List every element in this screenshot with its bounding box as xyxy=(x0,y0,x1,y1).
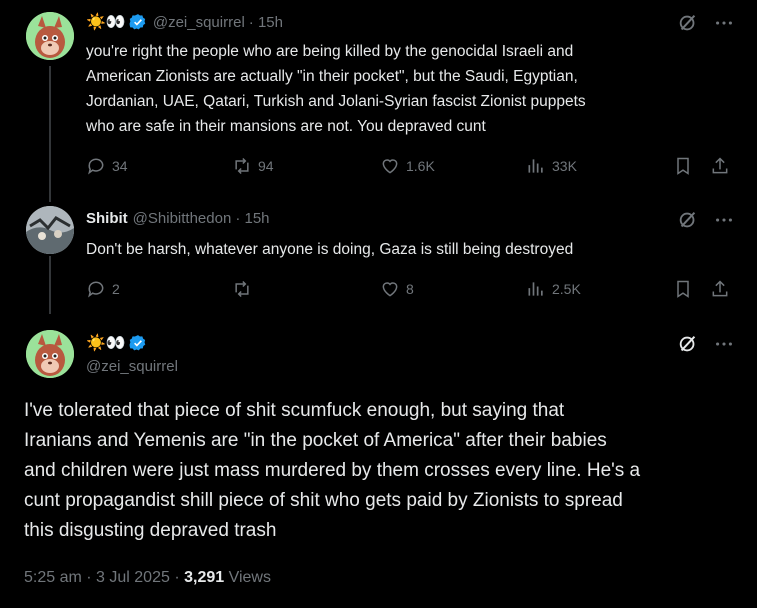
verified-badge-icon[interactable] xyxy=(129,13,147,31)
tweet-text-line: Jordanian, UAE, Qatari, Turkish and Jola… xyxy=(86,93,586,110)
tweet-top-icons xyxy=(677,12,735,34)
display-name-emoji[interactable]: ☀️👀 xyxy=(86,12,126,32)
main-tweet-header: ☀️👀 xyxy=(86,333,147,353)
tweet-text-line: you're right the people who are being ki… xyxy=(86,43,574,60)
repost-count: 94 xyxy=(258,158,274,174)
tweet-text-line: American Zionists are actually "in their… xyxy=(86,68,578,85)
avatar[interactable] xyxy=(26,330,74,378)
squirrel-avatar-icon xyxy=(26,330,74,378)
share-icon xyxy=(712,280,728,297)
more-options-icon[interactable] xyxy=(713,333,735,355)
bookmark-icon xyxy=(677,157,689,175)
view-count: 3,291 xyxy=(184,569,225,586)
reply-count: 2 xyxy=(112,281,120,297)
main-tweet-text-line: and children were just mass murdered by … xyxy=(24,460,641,481)
shibit-avatar-icon xyxy=(26,206,74,254)
handle[interactable]: @Shibitthedon xyxy=(133,210,232,227)
reply-button[interactable]: 2 xyxy=(86,279,120,299)
main-tweet-text-line: Iranians and Yemenis are "in the pocket … xyxy=(24,430,607,451)
tweet-top-icons xyxy=(677,333,735,355)
like-count: 1.6K xyxy=(406,158,435,174)
views-button[interactable]: 33K xyxy=(526,156,577,176)
repost-button[interactable] xyxy=(232,279,258,299)
tweet-header: Shibit @Shibitthedon · 15h xyxy=(86,210,270,227)
tweet-header: ☀️👀 @zei_squirrel · 15h xyxy=(86,12,283,32)
main-tweet-text: I've tolerated that piece of shit scumfu… xyxy=(24,396,739,546)
share-icon xyxy=(712,157,728,174)
thread-line xyxy=(49,256,51,314)
views-button[interactable]: 2.5K xyxy=(526,279,581,299)
grok-icon[interactable] xyxy=(677,12,699,34)
bookmark-icon xyxy=(677,280,689,298)
avatar[interactable] xyxy=(26,12,74,60)
views-chart-icon xyxy=(528,282,543,296)
share-button[interactable] xyxy=(710,156,730,176)
timestamp[interactable]: · 15h xyxy=(235,210,269,227)
reply-button[interactable]: 34 xyxy=(86,156,128,176)
display-name[interactable]: Shibit xyxy=(86,210,128,227)
reply-icon xyxy=(88,281,104,298)
tweet-meta-footer: 5:25 am · 3 Jul 2025 · 3,291 Views xyxy=(24,569,271,587)
more-options-icon[interactable] xyxy=(713,12,735,34)
bookmark-button[interactable] xyxy=(673,279,693,299)
verified-badge-icon[interactable] xyxy=(129,334,147,352)
main-tweet-text-line: I've tolerated that piece of shit scumfu… xyxy=(24,400,565,421)
tweet-text-line: who are safe in their mansions are not. … xyxy=(86,118,486,135)
reply-count: 34 xyxy=(112,158,128,174)
main-tweet-text-line: this disgusting depraved trash xyxy=(24,520,277,541)
views-count: 33K xyxy=(552,158,577,174)
share-button[interactable] xyxy=(710,279,730,299)
views-chart-icon xyxy=(528,159,543,173)
bookmark-button[interactable] xyxy=(673,156,693,176)
tweet-text: Don't be harsh, whatever anyone is doing… xyxy=(86,241,574,258)
repost-icon xyxy=(235,157,249,175)
thread-line xyxy=(49,66,51,202)
more-options-icon[interactable] xyxy=(713,209,735,231)
avatar[interactable] xyxy=(26,206,74,254)
timestamp[interactable]: · 15h xyxy=(249,14,283,31)
squirrel-avatar-icon xyxy=(26,12,74,60)
like-button[interactable]: 8 xyxy=(380,279,414,299)
like-count: 8 xyxy=(406,281,414,297)
repost-icon xyxy=(235,280,249,298)
tweet-top-icons xyxy=(677,209,735,231)
views-count: 2.5K xyxy=(552,281,581,297)
main-tweet-text-line: cunt propagandist shill piece of shit wh… xyxy=(24,490,623,511)
display-name-emoji[interactable]: ☀️👀 xyxy=(86,333,126,353)
grok-icon[interactable] xyxy=(677,333,699,355)
handle[interactable]: @zei_squirrel xyxy=(153,14,245,31)
reply-icon xyxy=(88,158,104,175)
tweet-text: you're right the people who are being ki… xyxy=(86,39,726,139)
heart-icon xyxy=(382,282,398,297)
repost-button[interactable]: 94 xyxy=(232,156,274,176)
grok-icon[interactable] xyxy=(677,209,699,231)
views-label: Views xyxy=(224,569,271,586)
handle[interactable]: @zei_squirrel xyxy=(86,358,178,375)
post-timestamp[interactable]: 5:25 am · 3 Jul 2025 · xyxy=(24,569,184,586)
heart-icon xyxy=(382,159,398,174)
like-button[interactable]: 1.6K xyxy=(380,156,435,176)
